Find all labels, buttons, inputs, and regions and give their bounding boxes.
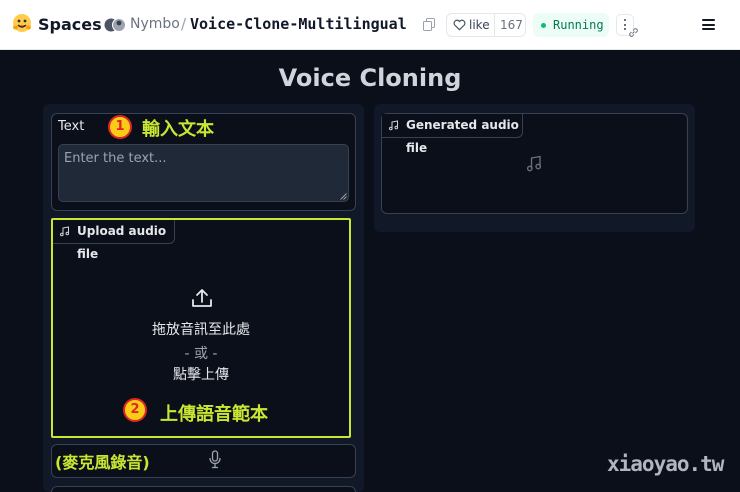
watermark: xiaoyao.tw <box>607 452 724 476</box>
hamburger-line <box>702 23 715 26</box>
running-status-badge[interactable]: Running <box>533 13 609 37</box>
repo-name-link[interactable]: Voice-Clone-Multilingual <box>190 15 407 33</box>
like-button[interactable]: like 167 <box>446 13 526 37</box>
step-1-badge: 1 <box>108 115 132 139</box>
hamburger-icon[interactable] <box>702 19 715 30</box>
status-label: Running <box>553 18 604 32</box>
kebab-dot <box>624 28 627 31</box>
like-label: like <box>469 18 490 32</box>
kebab-dot <box>624 19 627 22</box>
microphone-annotation: (麥克風錄音) <box>55 453 150 472</box>
step-2-annotation: 上傳語音範本 <box>160 404 268 425</box>
microphone-icon[interactable] <box>208 450 222 469</box>
owner-link[interactable]: Nymbo <box>130 16 180 32</box>
spaces-link[interactable]: Spaces <box>38 15 102 34</box>
top-navigation-bar: Spaces Nymbo / Voice-Clone-Multilingual … <box>0 0 740 50</box>
heart-icon <box>453 19 466 31</box>
app-title: Voice Cloning <box>278 64 462 92</box>
hamburger-line <box>702 19 715 21</box>
step-1-annotation: 輸入文本 <box>142 119 214 140</box>
next-block-edge <box>51 486 356 492</box>
copy-icon[interactable] <box>423 18 435 31</box>
hamburger-line <box>702 28 715 30</box>
step-2-badge: 2 <box>123 398 147 422</box>
kebab-dot <box>624 23 627 26</box>
audio-placeholder-icon <box>526 155 542 172</box>
text-input-placeholder: Enter the text... <box>64 151 167 166</box>
upload-audio-tab: Upload audio file <box>53 220 175 261</box>
upload-icon[interactable] <box>191 288 213 308</box>
hugging-face-logo-icon[interactable] <box>12 13 32 33</box>
dropzone-drag-text: 拖放音訊至此處 <box>152 322 250 338</box>
link-icon[interactable] <box>628 27 639 38</box>
like-count: 167 <box>500 18 523 32</box>
path-separator: / <box>181 15 187 33</box>
like-divider <box>494 14 495 36</box>
resize-grip-icon[interactable] <box>340 193 347 200</box>
text-input-label: Text <box>58 119 85 134</box>
generated-audio-tab: Generated audio file <box>382 114 523 155</box>
owner-avatar-icon[interactable] <box>104 16 126 34</box>
status-dot-icon <box>541 23 546 28</box>
dropzone-or-text: - 或 - <box>184 346 218 362</box>
dropzone-click-text[interactable]: 點擊上傳 <box>51 364 351 384</box>
music-note-icon <box>60 226 70 237</box>
music-note-icon <box>389 120 399 131</box>
